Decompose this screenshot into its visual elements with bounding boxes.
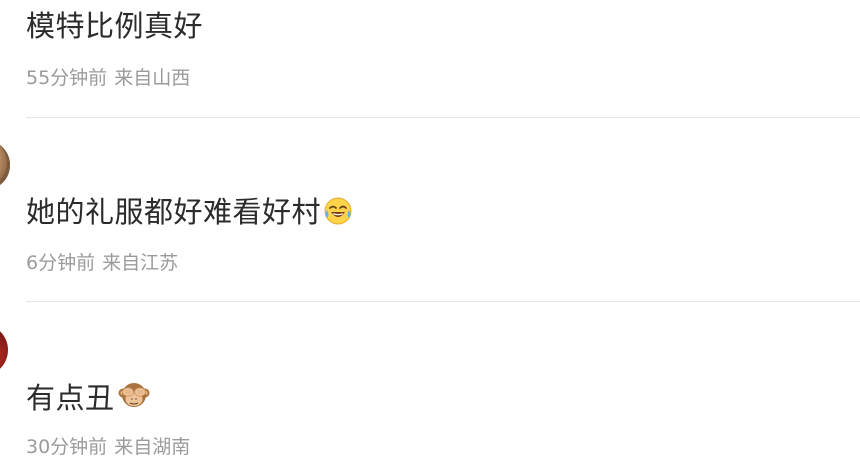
avatar[interactable] [0,140,10,190]
avatar[interactable] [0,324,8,376]
comment-location: 来自山西 [114,67,191,89]
comment-meta: 6分钟前 来自江苏 [26,251,178,275]
comment-meta: 30分钟前 来自湖南 [26,435,190,459]
comment-time: 6分钟前 [26,252,96,274]
comment-text: 模特比例真好 [26,9,204,43]
comment-item: 她的礼服都好难看好村 6分钟前 来自江苏 [0,118,860,302]
comment-text-container: 有点丑 [26,378,151,420]
comment-text: 她的礼服都好难看好村 [26,195,322,229]
comment-location: 来自湖南 [114,436,191,458]
laughing-crying-emoji-icon [323,196,353,234]
comment-time: 30分钟前 [26,436,108,458]
comment-item: 模特比例真好 55分钟前 来自山西 [0,0,860,118]
comment-text: 有点丑 [26,381,115,415]
comment-text-container: 她的礼服都好难看好村 [26,194,353,234]
comment-item: 有点丑 30分钟前 来自湖南 [0,302,860,470]
comment-location: 来自江苏 [102,252,179,274]
comment-meta: 55分钟前 来自山西 [26,66,190,90]
see-no-evil-monkey-icon [117,378,151,420]
comment-time: 55分钟前 [26,67,108,89]
comment-list: 模特比例真好 55分钟前 来自山西 她的礼服都好难看好村 6分钟前 来自江苏 有… [0,0,860,470]
